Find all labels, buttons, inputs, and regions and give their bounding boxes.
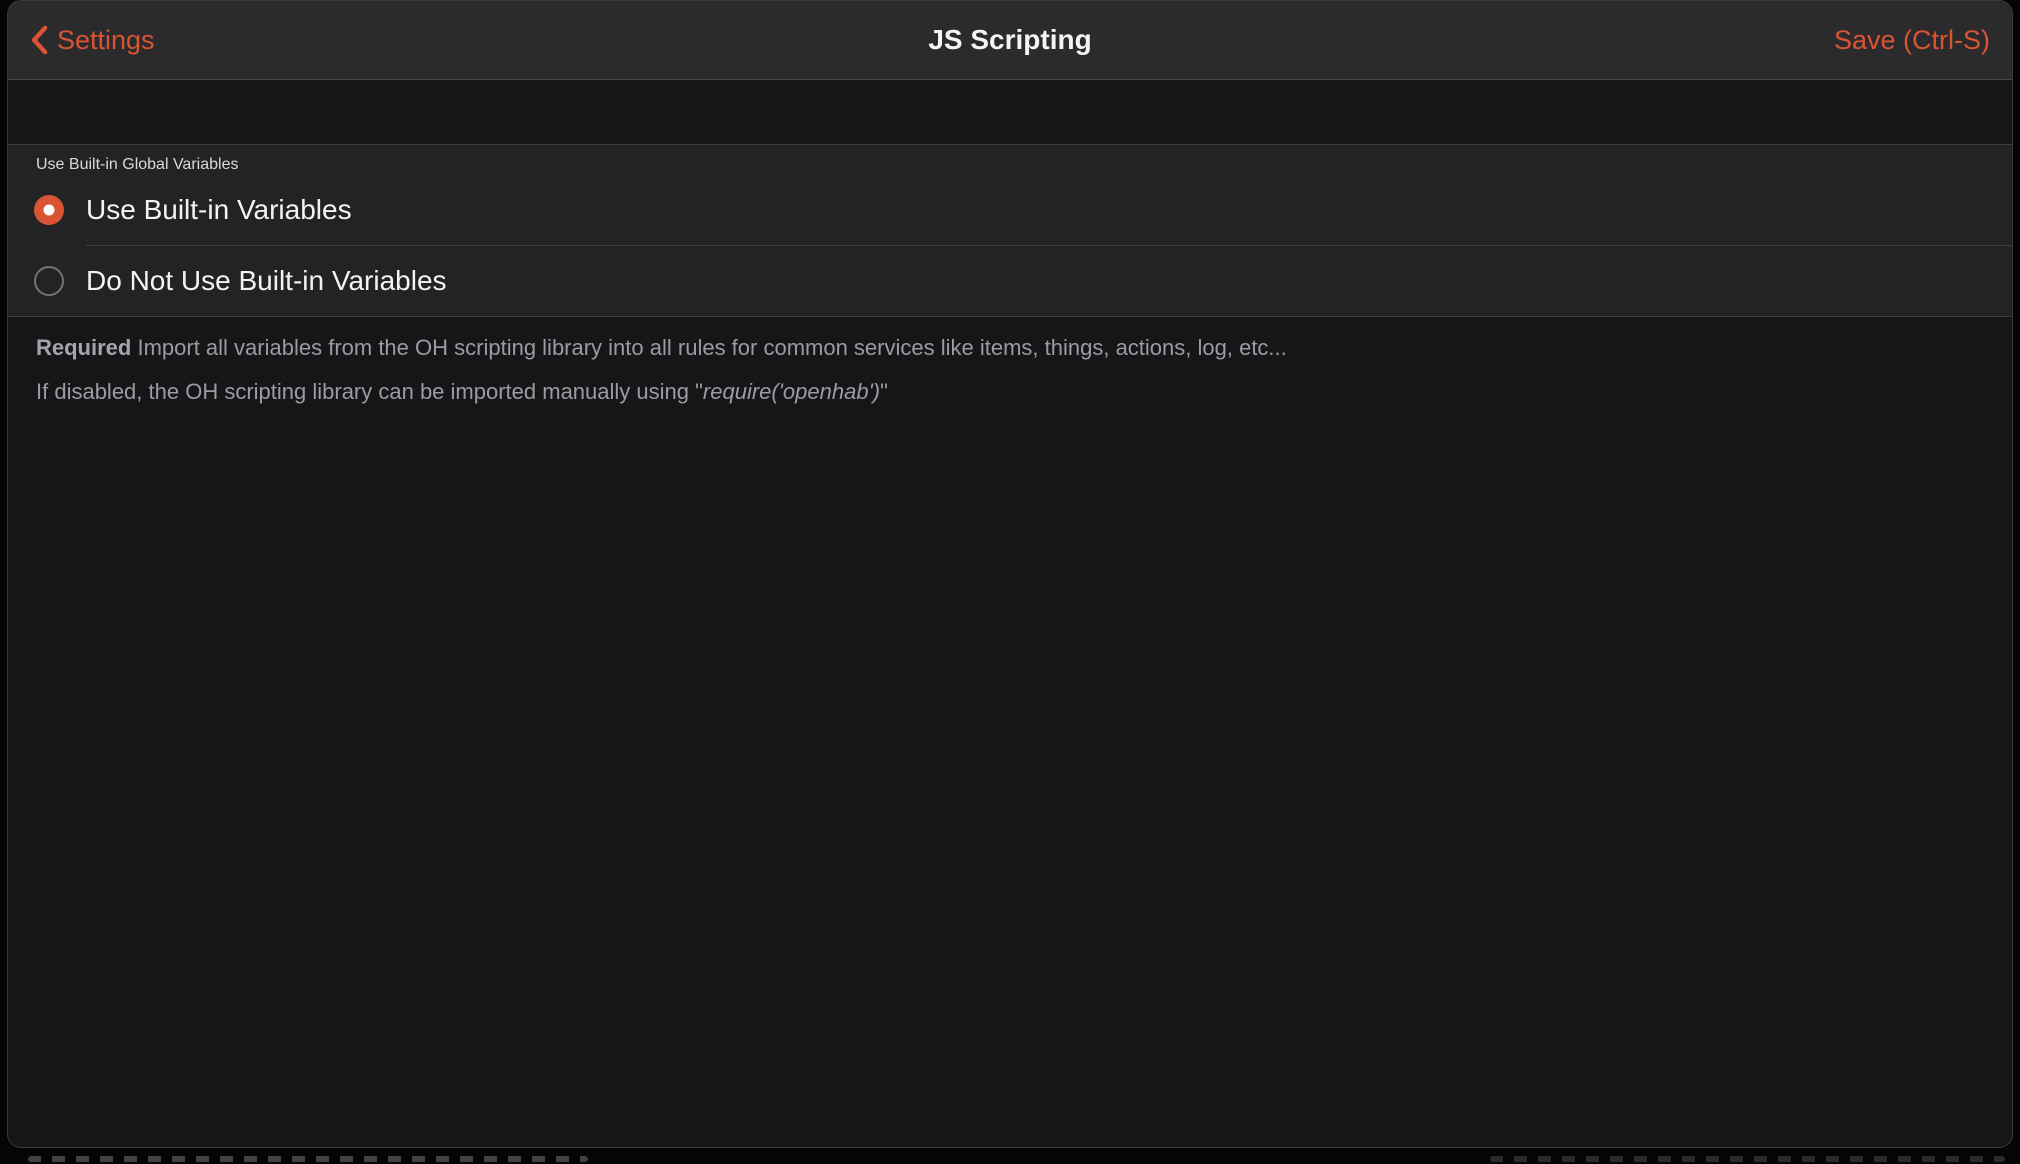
description-line-1: Required Import all variables from the O… [36, 333, 1984, 363]
navbar: Settings JS Scripting Save (Ctrl-S) [8, 1, 2012, 80]
option-do-not-use-built-in-variables[interactable]: Do Not Use Built-in Variables [8, 246, 2012, 316]
setting-description: Required Import all variables from the O… [8, 317, 2012, 421]
code-reference: require('openhab') [703, 379, 880, 404]
chevron-left-icon [30, 25, 48, 55]
spacer-band [8, 80, 2012, 144]
page-title: JS Scripting [8, 24, 2012, 56]
empty-area [8, 421, 2012, 1147]
back-button-label: Settings [57, 25, 155, 56]
option-label: Do Not Use Built-in Variables [86, 265, 447, 297]
built-in-variables-setting-group: Use Built-in Global Variables Use Built-… [8, 144, 2012, 317]
radio-button-icon[interactable] [34, 266, 64, 296]
description-line-2: If disabled, the OH scripting library ca… [36, 377, 1984, 407]
clipped-background-text-left [28, 1156, 588, 1162]
clipped-background-text-right [1490, 1156, 2005, 1162]
setting-group-label: Use Built-in Global Variables [8, 145, 2012, 175]
option-use-built-in-variables[interactable]: Use Built-in Variables [8, 175, 2012, 245]
radio-button-icon[interactable] [34, 195, 64, 225]
save-button[interactable]: Save (Ctrl-S) [1834, 25, 1990, 56]
js-scripting-settings-sheet: Settings JS Scripting Save (Ctrl-S) Use … [7, 0, 2013, 1148]
back-button[interactable]: Settings [30, 25, 155, 56]
required-emphasis: Required [36, 335, 131, 360]
option-label: Use Built-in Variables [86, 194, 352, 226]
